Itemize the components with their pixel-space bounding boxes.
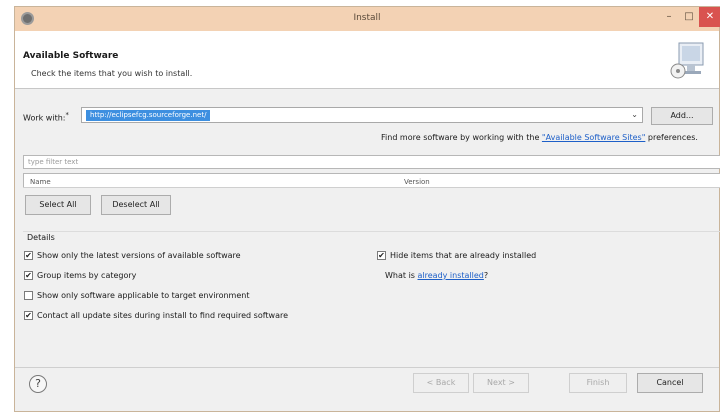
- filter-input[interactable]: type filter text: [23, 155, 720, 169]
- contact-update-sites-checkbox[interactable]: ✔: [24, 311, 33, 320]
- deselect-all-button[interactable]: Deselect All: [101, 195, 171, 215]
- help-icon[interactable]: ?: [29, 375, 47, 393]
- close-button[interactable]: ✕: [699, 7, 720, 27]
- details-label: Details: [27, 233, 55, 242]
- next-button[interactable]: Next >: [473, 373, 529, 393]
- select-all-button[interactable]: Select All: [25, 195, 91, 215]
- details-divider: [23, 231, 720, 232]
- latest-versions-checkbox[interactable]: ✔: [24, 251, 33, 260]
- dialog-header: Available Software Check the items that …: [15, 31, 719, 89]
- work-with-combo[interactable]: http://eclipsefcg.sourceforge.net/ ⌄: [81, 107, 643, 123]
- software-tree[interactable]: Name Version: [23, 173, 720, 187]
- minimize-button[interactable]: –: [659, 7, 679, 27]
- target-environment-checkbox[interactable]: [24, 291, 33, 300]
- work-with-url[interactable]: http://eclipsefcg.sourceforge.net/: [86, 110, 211, 121]
- available-sites-hint: Find more software by working with the "…: [381, 133, 698, 142]
- footer-divider: [15, 367, 719, 368]
- what-is-installed: What is already installed?: [385, 271, 489, 280]
- column-version[interactable]: Version: [404, 178, 430, 186]
- hide-installed-label: Hide items that are already installed: [390, 251, 537, 260]
- add-site-button[interactable]: Add...: [651, 107, 713, 125]
- required-marker: *: [65, 111, 69, 119]
- window-title: Install: [353, 13, 381, 23]
- header-subtitle: Check the items that you wish to install…: [31, 69, 193, 78]
- install-software-icon: [670, 42, 704, 79]
- group-by-category-checkbox[interactable]: ✔: [24, 271, 33, 280]
- already-installed-link[interactable]: already installed: [418, 271, 484, 280]
- finish-button[interactable]: Finish: [569, 373, 627, 393]
- header-title: Available Software: [23, 51, 119, 61]
- available-software-sites-link[interactable]: "Available Software Sites": [542, 133, 645, 142]
- hide-installed-checkbox[interactable]: ✔: [377, 251, 386, 260]
- title-bar: Install – □ ✕: [15, 7, 720, 31]
- filter-placeholder: type filter text: [28, 158, 79, 166]
- chevron-down-icon[interactable]: ⌄: [631, 110, 638, 119]
- group-by-category-label: Group items by category: [37, 271, 137, 280]
- column-name[interactable]: Name: [30, 178, 51, 186]
- work-with-label: Work with:*: [23, 111, 69, 123]
- cancel-button[interactable]: Cancel: [637, 373, 703, 393]
- tree-divider: [23, 187, 720, 188]
- install-window: Install – □ ✕ Available Software Check t…: [14, 6, 720, 412]
- latest-versions-label: Show only the latest versions of availab…: [37, 251, 241, 260]
- back-button[interactable]: < Back: [413, 373, 469, 393]
- maximize-button[interactable]: □: [679, 7, 699, 27]
- contact-update-sites-label: Contact all update sites during install …: [37, 311, 289, 320]
- target-environment-label: Show only software applicable to target …: [37, 291, 250, 300]
